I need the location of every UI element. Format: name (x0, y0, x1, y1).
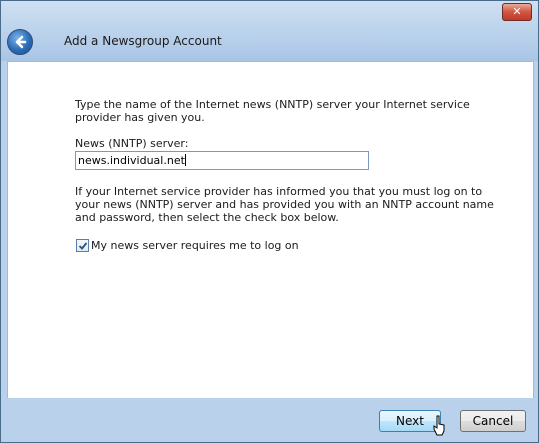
server-label: News (NNTP) server: (75, 137, 189, 150)
close-button[interactable]: ✕ (502, 3, 532, 21)
button-bar: Next Cancel (1, 398, 538, 442)
title-bar: ✕ Add a Newsgroup Account (1, 1, 538, 61)
logon-info-text: If your Internet service provider has in… (75, 185, 494, 224)
intro-text: Type the name of the Internet news (NNTP… (75, 98, 470, 124)
back-arrow-icon (15, 35, 27, 49)
dialog-title: Add a Newsgroup Account (64, 34, 222, 48)
logon-required-checkbox[interactable] (76, 239, 89, 252)
cancel-button[interactable]: Cancel (460, 410, 526, 432)
mouse-pointer-icon (433, 415, 445, 436)
news-server-input[interactable]: news.individual.net (75, 151, 369, 170)
back-button[interactable] (7, 29, 33, 55)
text-caret (184, 154, 186, 166)
checkmark-icon (78, 242, 88, 250)
dialog-window: ✕ Add a Newsgroup Account Type the name … (0, 0, 539, 443)
logon-required-label[interactable]: My news server requires me to log on (91, 239, 299, 252)
server-input-value: news.individual.net (78, 154, 185, 167)
content-panel: Type the name of the Internet news (NNTP… (7, 61, 534, 399)
